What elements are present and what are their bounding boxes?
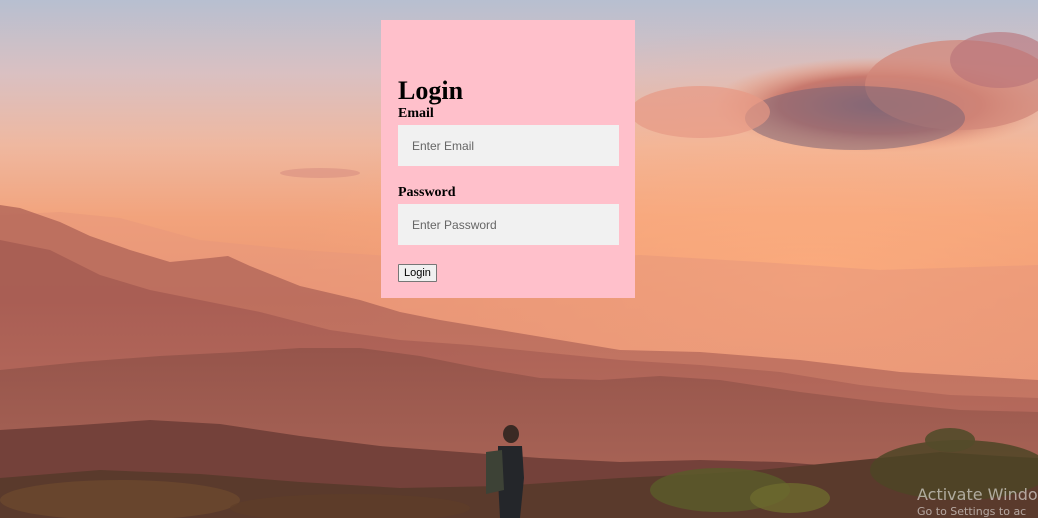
login-page: Login Email Password Login Activate Wind…: [0, 0, 1038, 518]
password-input[interactable]: [398, 204, 619, 245]
watermark-line-1: Activate Windo: [917, 485, 1038, 504]
email-label: Email: [398, 106, 434, 121]
activate-windows-watermark: Activate Windo Go to Settings to ac: [917, 485, 1038, 518]
password-label: Password: [398, 185, 456, 200]
watermark-line-2: Go to Settings to ac: [917, 505, 1027, 518]
login-button[interactable]: Login: [398, 264, 437, 282]
login-title: Login: [398, 76, 464, 105]
email-input[interactable]: [398, 125, 619, 166]
login-form-card: Login Email Password Login: [381, 20, 635, 298]
